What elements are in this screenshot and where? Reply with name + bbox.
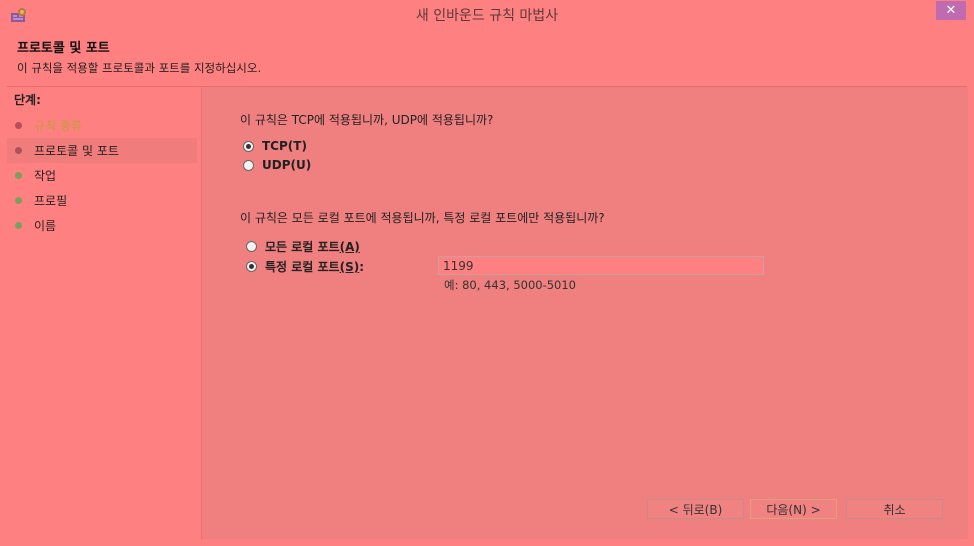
step-status-dot-icon bbox=[15, 172, 22, 179]
step-protocol-port[interactable]: 프로토콜 및 포트 bbox=[7, 138, 197, 163]
step-status-dot-icon bbox=[15, 122, 22, 129]
next-button[interactable]: 다음(N) > bbox=[750, 499, 837, 519]
step-label: 작업 bbox=[34, 169, 57, 183]
protocol-question: 이 규칙은 TCP에 적용됩니까, UDP에 적용됩니까? bbox=[240, 113, 494, 127]
step-rule-type[interactable]: 규칙 종류 bbox=[7, 113, 197, 138]
all-local-ports-radio[interactable]: 모든 로컬 포트(A) bbox=[246, 238, 360, 255]
radio-selected-icon bbox=[246, 261, 257, 272]
step-label: 이름 bbox=[34, 219, 57, 233]
window-bottom-border bbox=[0, 539, 974, 546]
radio-unselected-icon bbox=[243, 159, 254, 171]
radio-unselected-icon bbox=[246, 241, 257, 252]
step-name[interactable]: 이름 bbox=[7, 213, 197, 238]
specific-ports-access-key: (S) bbox=[339, 260, 360, 274]
ports-example-hint: 예: 80, 443, 5000-5010 bbox=[444, 278, 576, 292]
page-subtitle: 이 규칙을 적용할 프로토콜과 포트를 지정하십시오. bbox=[17, 61, 262, 75]
udp-radio-label: UDP(U) bbox=[262, 158, 312, 172]
step-status-dot-icon bbox=[15, 147, 22, 154]
step-label: 프로토콜 및 포트 bbox=[34, 144, 119, 158]
specific-local-ports-radio[interactable]: 특정 로컬 포트(S): bbox=[246, 258, 364, 275]
specific-ports-label: 특정 로컬 포트 bbox=[265, 260, 340, 274]
step-status-dot-icon bbox=[15, 222, 22, 229]
specific-ports-input[interactable] bbox=[438, 256, 764, 275]
step-label: 프로필 bbox=[34, 194, 68, 208]
step-status-dot-icon bbox=[15, 197, 22, 204]
udp-radio[interactable]: UDP(U) bbox=[243, 158, 311, 172]
cancel-button[interactable]: 취소 bbox=[846, 499, 943, 519]
all-ports-label: 모든 로컬 포트 bbox=[265, 240, 340, 254]
page-title: 프로토콜 및 포트 bbox=[17, 41, 110, 56]
step-action[interactable]: 작업 bbox=[7, 163, 197, 188]
steps-title: 단계: bbox=[14, 93, 41, 107]
page-header: 프로토콜 및 포트 이 규칙을 적용할 프로토콜과 포트를 지정하십시오. bbox=[7, 31, 967, 87]
ports-question: 이 규칙은 모든 로컬 포트에 적용됩니까, 특정 로컬 포트에만 적용됩니까? bbox=[240, 211, 605, 225]
content-pane: 이 규칙은 TCP에 적용됩니까, UDP에 적용됩니까? TCP(T) UDP… bbox=[201, 87, 968, 539]
step-profile[interactable]: 프로필 bbox=[7, 188, 197, 213]
window-title: 새 인바운드 규칙 마법사 bbox=[415, 8, 559, 24]
tcp-radio-label: TCP(T) bbox=[262, 139, 307, 153]
specific-ports-colon: : bbox=[359, 260, 365, 274]
radio-selected-icon bbox=[243, 140, 254, 152]
tcp-radio[interactable]: TCP(T) bbox=[243, 139, 307, 153]
steps-pane: 단계: 규칙 종류 프로토콜 및 포트 작업 프로필 이름 bbox=[7, 87, 201, 539]
title-bar[interactable]: 새 인바운드 규칙 마법사 ✕ bbox=[0, 0, 974, 30]
wizard-window: 새 인바운드 규칙 마법사 ✕ 프로토콜 및 포트 이 규칙을 적용할 프로토콜… bbox=[0, 0, 974, 546]
step-label: 규칙 종류 bbox=[34, 119, 82, 133]
back-button[interactable]: < 뒤로(B) bbox=[647, 499, 744, 519]
all-ports-access-key: (A) bbox=[339, 240, 360, 254]
close-button[interactable]: ✕ bbox=[936, 1, 966, 20]
